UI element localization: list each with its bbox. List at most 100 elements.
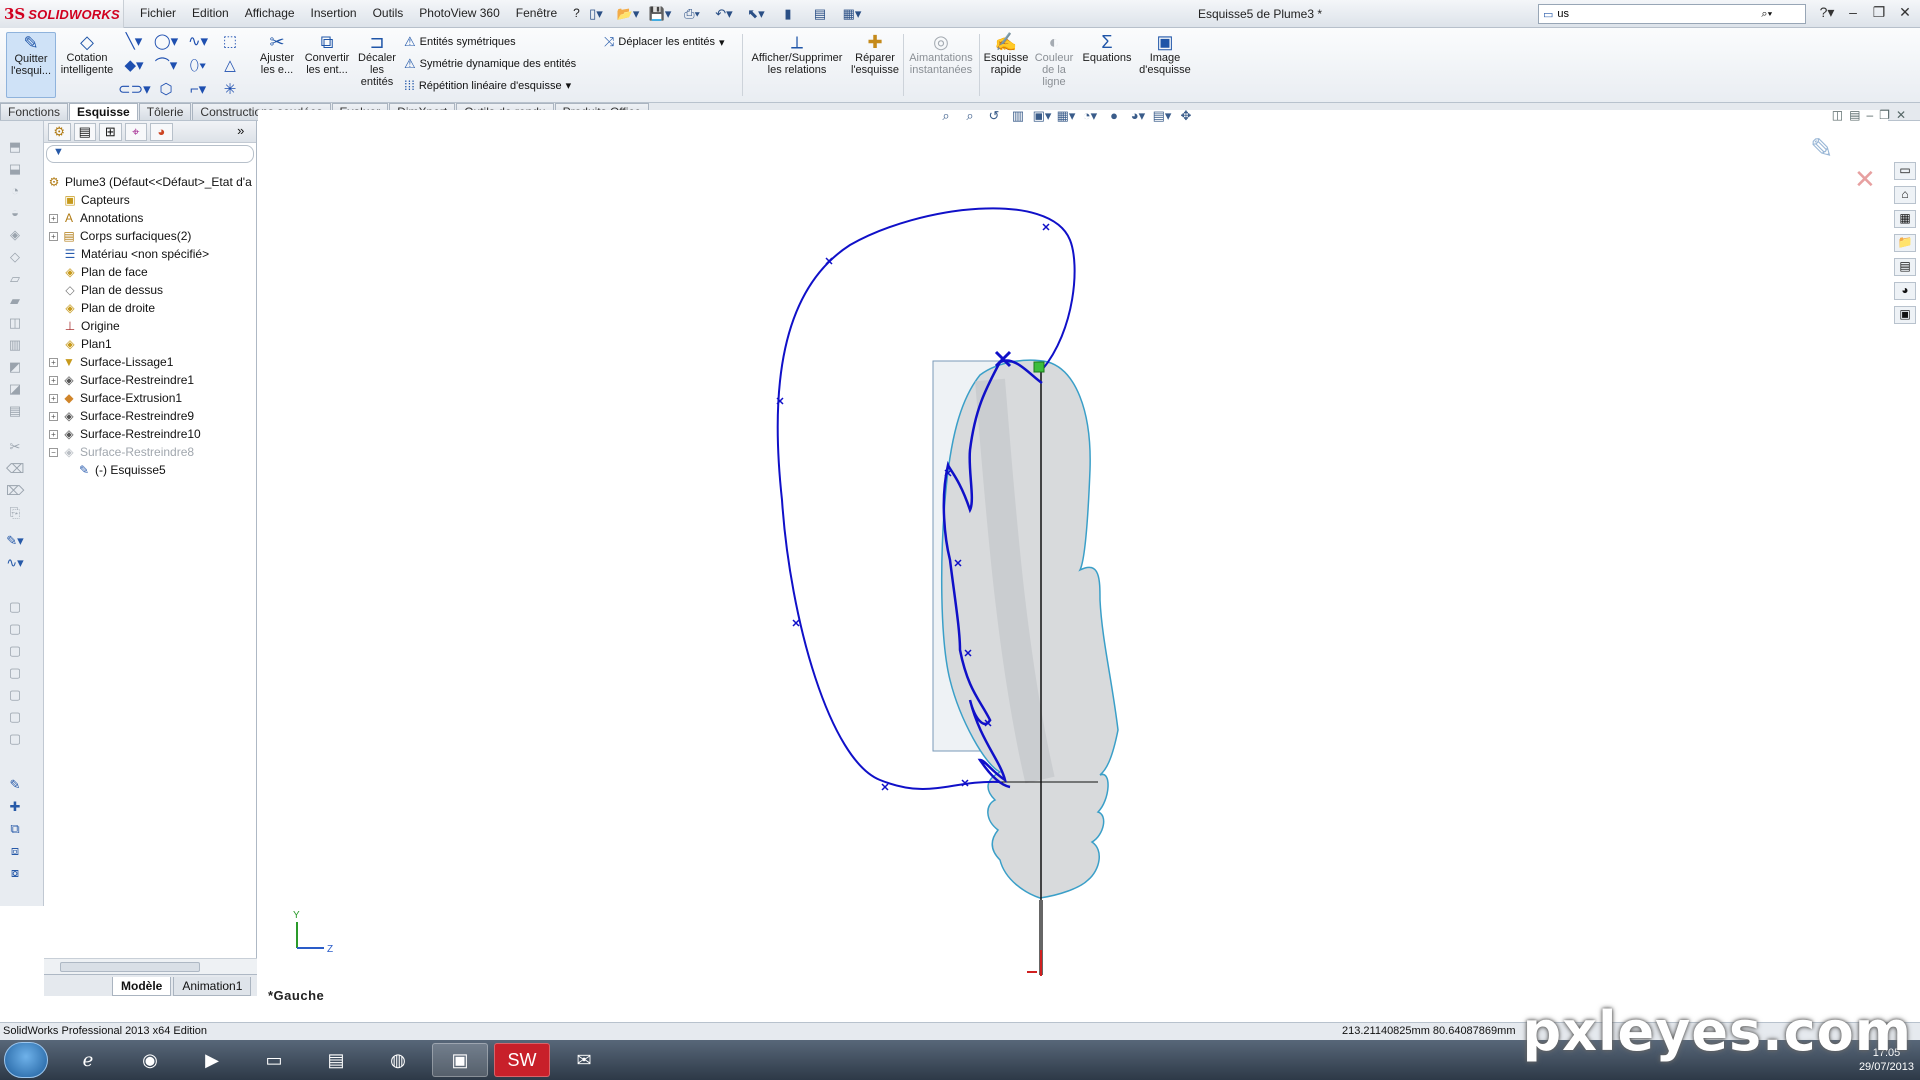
file-explorer-icon[interactable]: ▦	[1894, 210, 1916, 228]
graphics-area[interactable]	[258, 110, 1888, 1006]
equations-button[interactable]: Σ Equations	[1080, 32, 1134, 64]
line-icon[interactable]: ╲▾	[118, 32, 150, 52]
extrude-icon[interactable]: ⬒	[6, 139, 24, 157]
ruled-icon[interactable]: ▥	[6, 337, 24, 355]
tab-esquisse[interactable]: Esquisse	[69, 103, 138, 120]
view-left-icon[interactable]: ▢	[6, 643, 24, 661]
view-orientation-icon[interactable]: ▣▾	[1032, 108, 1052, 126]
tree-item-plan1[interactable]: ◈ Plan1	[62, 335, 111, 353]
move-entities-button[interactable]: ⤨ Déplacer les entités ▾	[604, 34, 725, 50]
viewport-close-icon[interactable]: ✕	[1896, 108, 1906, 122]
minimize-icon[interactable]: –	[1842, 4, 1864, 21]
search-box[interactable]: ▭ ⌕▾	[1538, 4, 1806, 24]
knit-icon[interactable]: ◩	[6, 359, 24, 377]
zoom-to-fit-icon[interactable]: ⌕	[936, 108, 956, 126]
solidworks-logo[interactable]: 3S SOLIDWORKS	[0, 0, 124, 28]
tree-item-surface-lissage1[interactable]: + ▼ Surface-Lissage1	[49, 353, 173, 371]
rebuild-icon[interactable]: ▮	[774, 4, 802, 24]
view-top-icon[interactable]: ▢	[6, 687, 24, 705]
exit-sketch-button[interactable]: ✎ Quitter l'esqui...	[6, 32, 56, 98]
display-manager-icon[interactable]: ◕	[150, 123, 173, 141]
hide-show-icon[interactable]: ◔▾	[1080, 108, 1100, 126]
tree-item-surface-restreindre10[interactable]: + ◈ Surface-Restreindre10	[49, 425, 201, 443]
dimxpert-manager-icon[interactable]: ⌖	[124, 123, 148, 141]
line-color-button[interactable]: ◐ Couleur de la ligne	[1032, 32, 1076, 88]
expand-pane-icon[interactable]: »	[230, 123, 252, 141]
chevron-down-icon[interactable]: ▾	[566, 79, 572, 92]
menu-fenetre[interactable]: Fenêtre	[508, 6, 565, 20]
rapid-sketch-button[interactable]: ✍ Esquisse rapide	[982, 32, 1030, 76]
trim-button[interactable]: ✂ Ajuster les e...	[258, 32, 296, 76]
expand-icon[interactable]: +	[49, 393, 58, 403]
tree-item-annotations[interactable]: + A Annotations	[49, 209, 143, 227]
spline-icon[interactable]: ∿▾	[182, 32, 214, 52]
solidworks-taskbar-icon[interactable]: SW	[494, 1043, 550, 1077]
linear-pattern-button[interactable]: ⁞⁞⁞ Répétition linéaire d'esquisse ▾	[404, 78, 571, 93]
close-icon[interactable]: ✕	[1894, 4, 1916, 21]
edit-sketch-icon[interactable]: ✎	[6, 777, 24, 795]
sweep-icon[interactable]: ◔	[6, 183, 24, 201]
ellipse-icon[interactable]: ⬯▾	[182, 56, 214, 76]
tree-item-plan-de-droite[interactable]: ◈ Plan de droite	[62, 299, 155, 317]
slot-icon[interactable]: ⊂⊃▾	[118, 80, 151, 100]
exit-sketch-corner-icon[interactable]: ✎	[1810, 133, 1833, 164]
tab-animation1[interactable]: Animation1	[173, 977, 252, 996]
horizontal-scrollbar[interactable]	[44, 958, 257, 974]
untrim-icon[interactable]: ⌫	[6, 461, 24, 479]
construction-icon[interactable]: ⬚	[214, 32, 246, 52]
sketch-pattern-icon[interactable]: ⧇	[6, 865, 24, 883]
offset-surface-icon[interactable]: ◫	[6, 315, 24, 333]
scene-icon[interactable]: ◕▾	[1128, 108, 1148, 126]
cancel-sketch-icon[interactable]: ✕	[1854, 164, 1876, 194]
pan-icon[interactable]: ✥	[1176, 108, 1196, 126]
sketch-picture-button[interactable]: ▣ Image d'esquisse	[1136, 32, 1194, 76]
viewport-restore-icon[interactable]: ❐	[1879, 108, 1890, 122]
sketch-block-icon[interactable]: ⧈	[6, 843, 24, 861]
quick-snaps-button[interactable]: ◎ Aimantations instantanées	[906, 32, 976, 76]
appearance-icon[interactable]: ●	[1104, 108, 1124, 126]
rectangle-icon[interactable]: ◆▾	[118, 56, 150, 76]
expand-icon[interactable]: +	[49, 231, 58, 241]
chevron-down-icon[interactable]: ▾	[719, 36, 725, 49]
view-palette-icon[interactable]: ▤	[1894, 258, 1916, 276]
start-button[interactable]	[4, 1042, 48, 1078]
offset-entities-button[interactable]: ⊐ Décaler les entités	[358, 32, 396, 88]
previous-view-icon[interactable]: ↺	[984, 108, 1004, 126]
firefox-icon[interactable]: ◉	[122, 1043, 178, 1077]
thicken-icon[interactable]: ▤	[6, 403, 24, 421]
gimp-icon[interactable]: ◍	[370, 1043, 426, 1077]
fillet-icon[interactable]: ⌐▾	[182, 80, 214, 100]
sketch-3d-icon[interactable]: ⧉	[6, 821, 24, 839]
expand-icon[interactable]: +	[49, 357, 58, 367]
design-library-icon[interactable]: ⌂	[1894, 186, 1916, 204]
tab-modele[interactable]: Modèle	[112, 977, 172, 996]
tree-item-capteurs[interactable]: ▣ Capteurs	[62, 191, 129, 209]
replace-face-icon[interactable]: ⎘	[6, 505, 24, 523]
zoom-area-icon[interactable]: ⌕	[960, 108, 980, 126]
tree-item-materiau[interactable]: ☰ Matériau <non spécifié>	[62, 245, 209, 263]
configuration-manager-icon[interactable]: ⊞	[99, 123, 122, 141]
boundary-icon[interactable]: ◈	[6, 227, 24, 245]
section-view-icon[interactable]: ▥	[1008, 108, 1028, 126]
menu-outils[interactable]: Outils	[365, 6, 412, 20]
mail-icon[interactable]: ✉	[556, 1043, 612, 1077]
view-back-icon[interactable]: ▢	[6, 621, 24, 639]
property-manager-icon[interactable]: ▤	[73, 123, 97, 141]
menu-fichier[interactable]: Fichier	[132, 6, 184, 20]
tab-tolerie[interactable]: Tôlerie	[138, 103, 192, 120]
options-icon[interactable]: ▦▾	[838, 4, 866, 24]
tree-item-surface-extrusion1[interactable]: + ◆ Surface-Extrusion1	[49, 389, 182, 407]
polygon-icon[interactable]: △	[214, 56, 246, 76]
tree-item-esquisse5[interactable]: ✎ (-) Esquisse5	[76, 461, 166, 479]
expand-icon[interactable]: +	[49, 375, 58, 385]
tree-item-origine[interactable]: ⊥ Origine	[62, 317, 120, 335]
tree-filter[interactable]: ▼	[46, 145, 254, 163]
convert-entities-button[interactable]: ⧉ Convertir les ent...	[300, 32, 354, 76]
polygon-tool-icon[interactable]: ⬡	[150, 80, 182, 100]
search-input[interactable]	[1557, 8, 1758, 20]
expand-icon[interactable]: +	[49, 429, 58, 439]
collapse-icon[interactable]: −	[49, 447, 58, 457]
repair-sketch-button[interactable]: ✚ Réparer l'esquisse	[850, 32, 900, 76]
undo-icon[interactable]: ↶▾	[710, 4, 738, 24]
feature-tree-icon[interactable]: ⚙	[48, 123, 71, 141]
